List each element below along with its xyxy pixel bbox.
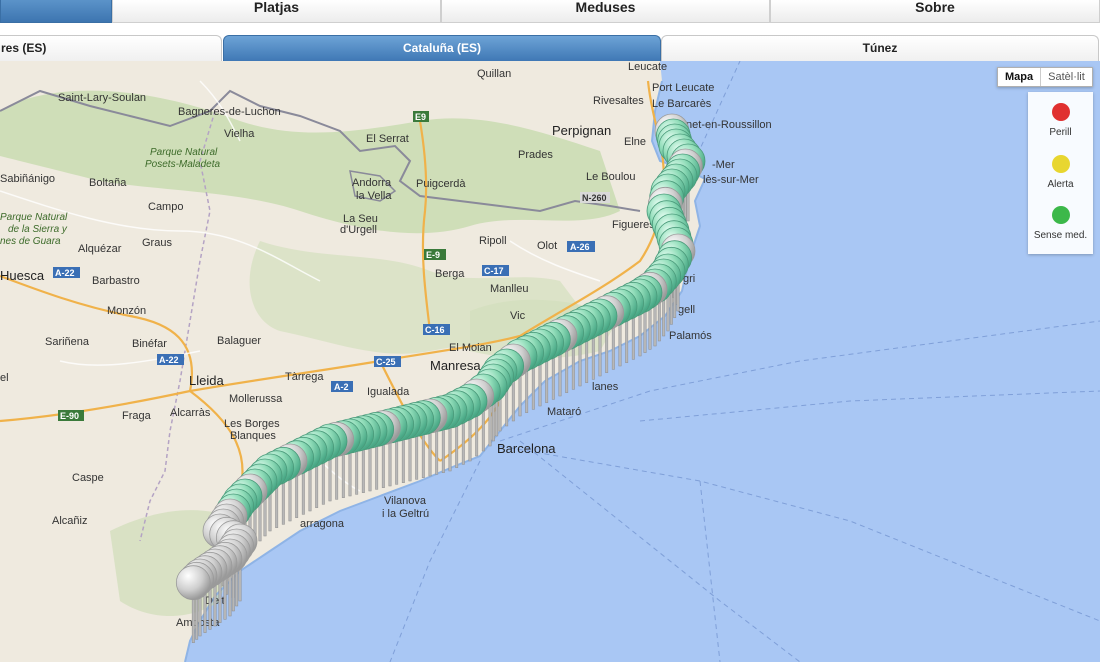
legend-item-sense-med: Sense med. [1028,206,1093,241]
svg-text:lanes: lanes [592,381,619,393]
svg-text:N-260: N-260 [582,193,607,203]
svg-text:Les Borges: Les Borges [224,418,280,430]
map-type-satellite-button[interactable]: Satèl·lit [1040,68,1092,86]
region-tabs: res (ES) Cataluña (ES) Túnez [0,35,1104,61]
legend-item-perill: Perill [1028,103,1093,138]
svg-text:Tàrrega: Tàrrega [285,371,324,383]
region-tab-tunez[interactable]: Túnez [661,35,1099,61]
svg-text:Monzón: Monzón [107,305,146,317]
svg-text:Blanques: Blanques [230,430,276,442]
svg-text:E-90: E-90 [60,411,79,421]
svg-text:Figueres: Figueres [612,219,655,231]
svg-text:A-2: A-2 [334,382,349,392]
svg-text:Alcarràs: Alcarràs [170,407,211,419]
svg-text:El Serrat: El Serrat [366,133,409,145]
map-type-control: Mapa Satèl·lit [997,67,1093,87]
svg-text:Elne: Elne [624,136,646,148]
region-tab-previous[interactable]: res (ES) [0,35,222,61]
svg-text:Balaguer: Balaguer [217,335,261,347]
svg-text:Vielha: Vielha [224,128,255,140]
svg-text:Igualada: Igualada [367,386,410,398]
svg-text:Puigcerdà: Puigcerdà [416,178,466,190]
svg-text:Quillan: Quillan [477,68,511,80]
legend-item-alerta: Alerta [1028,155,1093,190]
svg-text:Binéfar: Binéfar [132,338,167,350]
posets-label: Parque Natural [150,147,218,158]
svg-text:Palamós: Palamós [669,330,712,342]
svg-text:E9: E9 [415,112,426,122]
map-type-map-button[interactable]: Mapa [998,68,1040,86]
map-canvas: Leucate Quillan Port Leucate Rivesaltes … [0,61,1100,662]
nav-tab-meduses[interactable]: Meduses [441,0,770,23]
svg-text:Olot: Olot [537,240,557,252]
svg-text:d'Urgell: d'Urgell [340,224,377,236]
nav-tab-home[interactable] [0,0,112,23]
nav-tab-platjas[interactable]: Platjas [112,0,441,23]
svg-text:A-22: A-22 [55,268,75,278]
andorra-label: Andorra [352,177,392,189]
svg-text:El Moian: El Moian [449,342,492,354]
svg-text:C-16: C-16 [425,325,445,335]
svg-text:Huesca: Huesca [0,268,45,283]
svg-text:Lleida: Lleida [189,373,224,388]
svg-text:Vilanova: Vilanova [384,495,427,507]
svg-text:Bagneres-de-Luchon: Bagneres-de-Luchon [178,106,281,118]
svg-text:Campo: Campo [148,201,183,213]
svg-text:Fraga: Fraga [122,410,152,422]
svg-text:el: el [0,372,9,384]
svg-text:Graus: Graus [142,237,172,249]
nav-tab-sobre[interactable]: Sobre [770,0,1100,23]
svg-text:Perpignan: Perpignan [552,123,611,138]
svg-text:Barbastro: Barbastro [92,275,140,287]
svg-text:lès-sur-Mer: lès-sur-Mer [703,174,759,186]
svg-text:A-22: A-22 [159,355,179,365]
svg-text:Vic: Vic [510,310,526,322]
svg-text:C-25: C-25 [376,357,396,367]
svg-text:Alquézar: Alquézar [78,243,122,255]
svg-text:Mollerussa: Mollerussa [229,393,283,405]
svg-text:Le Boulou: Le Boulou [586,171,636,183]
svg-text:Leucate: Leucate [628,61,667,73]
svg-text:i la Geltrú: i la Geltrú [382,508,429,520]
svg-text:Rivesaltes: Rivesaltes [593,95,644,107]
svg-text:Caspe: Caspe [72,472,104,484]
legend: Perill Alerta Sense med. [1028,92,1093,254]
svg-text:la Vella: la Vella [356,190,392,202]
svg-text:E-9: E-9 [426,250,440,260]
svg-text:C-17: C-17 [484,266,504,276]
svg-text:Berga: Berga [435,268,465,280]
svg-text:Barcelona: Barcelona [497,441,556,456]
svg-text:Sabiñánigo: Sabiñánigo [0,173,55,185]
svg-text:Parque Natural: Parque Natural [0,212,68,223]
svg-text:Le Barcarès: Le Barcarès [652,98,712,110]
svg-text:nes de Guara: nes de Guara [0,236,61,247]
main-nav: Platjas Meduses Sobre [0,0,1104,25]
yellow-dot-icon [1051,155,1070,173]
svg-text:Alcañiz: Alcañiz [52,515,87,527]
svg-text:Prades: Prades [518,149,553,161]
svg-text:Sariñena: Sariñena [45,336,90,348]
svg-text:Posets-Maladeta: Posets-Maladeta [145,159,220,170]
svg-text:de la Sierra y: de la Sierra y [8,224,68,235]
map-view[interactable]: Leucate Quillan Port Leucate Rivesaltes … [0,61,1100,662]
svg-text:Manlleu: Manlleu [490,283,529,295]
svg-text:Port Leucate: Port Leucate [652,82,714,94]
svg-text:A-26: A-26 [570,242,590,252]
svg-text:Manresa: Manresa [430,358,481,373]
beach-marker[interactable] [175,565,211,601]
svg-text:Mataró: Mataró [547,406,581,418]
svg-text:-Mer: -Mer [712,159,735,171]
svg-text:Saint-Lary-Soulan: Saint-Lary-Soulan [58,92,146,104]
red-dot-icon [1051,103,1070,121]
svg-text:Boltaña: Boltaña [89,177,127,189]
svg-text:gell: gell [678,304,695,316]
green-dot-icon [1051,206,1070,224]
region-tab-cataluna[interactable]: Cataluña (ES) [223,35,661,61]
svg-text:arragona: arragona [300,518,345,530]
svg-text:Ripoll: Ripoll [479,235,507,247]
